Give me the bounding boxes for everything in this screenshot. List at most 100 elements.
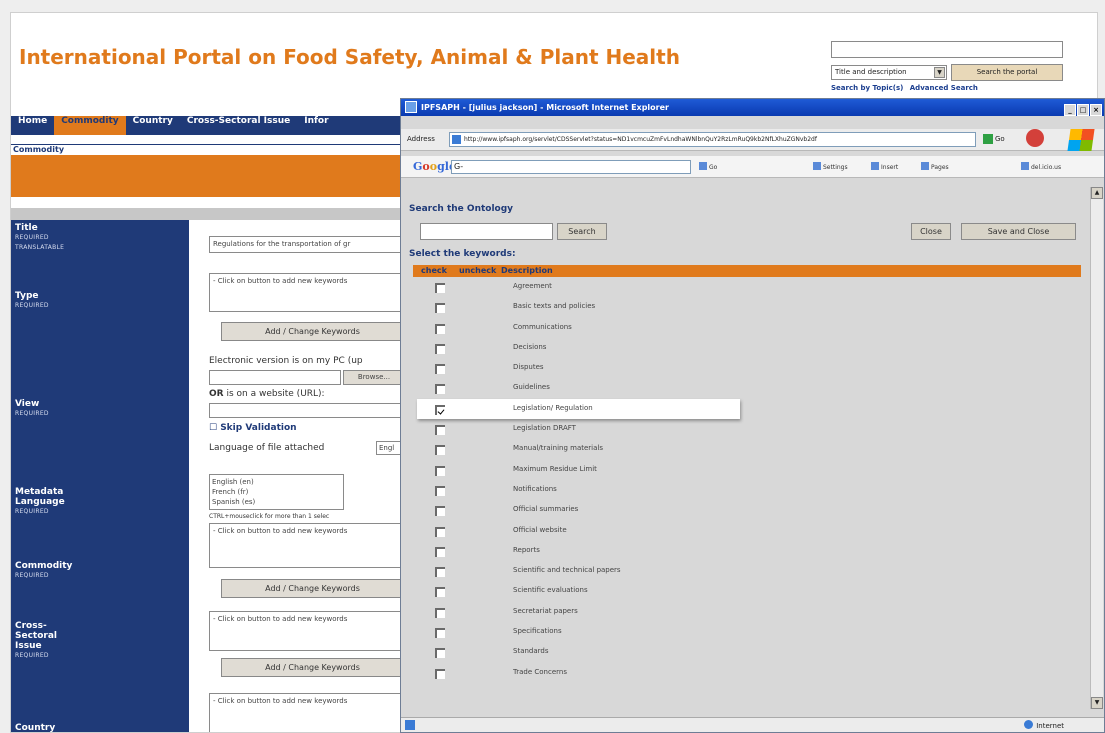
keyword-checkbox[interactable] bbox=[435, 364, 445, 375]
keyword-checkbox[interactable] bbox=[435, 567, 445, 578]
chevron-down-icon: ▼ bbox=[934, 67, 945, 78]
keyword-description: Official website bbox=[513, 525, 567, 534]
keyword-description: Scientific and technical papers bbox=[513, 566, 621, 575]
keyword-row[interactable]: Official summaries bbox=[413, 500, 1081, 520]
keyword-row[interactable]: Specifications bbox=[413, 622, 1081, 642]
keyword-checkbox[interactable] bbox=[435, 587, 445, 598]
keyword-checkbox[interactable] bbox=[435, 546, 445, 557]
keyword-checkbox[interactable] bbox=[435, 323, 445, 334]
keyword-checkbox[interactable] bbox=[435, 384, 445, 395]
keyword-description: Official summaries bbox=[513, 505, 579, 514]
file-path-input[interactable] bbox=[209, 370, 341, 385]
search-portal-button[interactable]: Search the portal bbox=[951, 64, 1063, 81]
language-option[interactable]: French (fr) bbox=[212, 487, 341, 497]
scroll-down-icon[interactable]: ▼ bbox=[1091, 697, 1103, 709]
google-search-input[interactable]: G- bbox=[451, 160, 691, 174]
toolbar-insert-button[interactable]: Insert bbox=[871, 162, 898, 171]
keyword-row[interactable]: Standards bbox=[413, 642, 1081, 662]
keyword-description: Standards bbox=[513, 647, 549, 656]
address-url: http://www.ipfsaph.org/servlet/CDSServle… bbox=[464, 136, 817, 143]
cross-sectoral-keywords-box[interactable]: - Click on button to add new keywords bbox=[209, 611, 405, 651]
toolbar-extension-icon[interactable] bbox=[1026, 129, 1044, 147]
type-add-keywords-button[interactable]: Add / Change Keywords bbox=[221, 322, 404, 341]
commodity-keywords-box[interactable]: - Click on button to add new keywords bbox=[209, 523, 405, 568]
language-option[interactable]: Spanish (es) bbox=[212, 497, 341, 507]
toolbar-delicious-button[interactable]: del.icio.us bbox=[1021, 162, 1061, 171]
keyword-row[interactable]: Maximum Residue Limit bbox=[413, 460, 1081, 480]
address-input[interactable]: http://www.ipfsaph.org/servlet/CDSServle… bbox=[449, 132, 976, 147]
nav-cross-sectoral[interactable]: Cross-Sectoral Issue bbox=[180, 116, 297, 135]
keyword-description: Legislation DRAFT bbox=[513, 424, 576, 433]
keyword-description: Reports bbox=[513, 545, 540, 554]
keyword-row[interactable]: Scientific and technical papers bbox=[413, 561, 1081, 581]
keyword-row[interactable]: Manual/training materials bbox=[413, 439, 1081, 459]
keyword-checkbox[interactable] bbox=[435, 465, 445, 476]
keyword-row[interactable]: Agreement bbox=[413, 277, 1081, 297]
keyword-row[interactable]: Disputes bbox=[413, 358, 1081, 378]
cross-sectoral-add-keywords-button[interactable]: Add / Change Keywords bbox=[221, 658, 404, 677]
keyword-row[interactable]: Communications bbox=[413, 318, 1081, 338]
ontology-search-button[interactable]: Search bbox=[557, 223, 607, 240]
keyword-checkbox[interactable] bbox=[435, 506, 445, 517]
keyword-checkbox[interactable] bbox=[435, 485, 445, 496]
minimize-icon[interactable]: _ bbox=[1064, 104, 1076, 116]
nav-commodity[interactable]: Commodity bbox=[54, 116, 126, 135]
toolbar-settings-button[interactable]: Settings bbox=[813, 162, 848, 171]
keyword-row[interactable]: Official website bbox=[413, 521, 1081, 541]
search-links: Search by Topic(s) Advanced Search bbox=[831, 84, 982, 92]
portal-search-input[interactable] bbox=[831, 41, 1063, 58]
globe-icon bbox=[1024, 720, 1034, 729]
maximize-icon[interactable]: □ bbox=[1077, 104, 1089, 116]
save-and-close-button[interactable]: Save and Close bbox=[961, 223, 1076, 240]
toolbar-pages-button[interactable]: Pages bbox=[921, 162, 949, 171]
window-titlebar[interactable]: IPFSAPH - [julius jackson] - Microsoft I… bbox=[401, 99, 1104, 116]
metadata-language-label: Metadata Language REQUIRED bbox=[15, 487, 65, 515]
keyword-row[interactable]: Basic texts and policies bbox=[413, 297, 1081, 317]
vertical-scrollbar[interactable]: ▲ ▼ bbox=[1090, 187, 1103, 709]
close-button[interactable]: Close bbox=[911, 223, 951, 240]
nav-home[interactable]: Home bbox=[11, 116, 54, 135]
close-icon[interactable]: × bbox=[1090, 104, 1102, 116]
search-scope-select[interactable]: Title and description ▼ bbox=[831, 65, 947, 80]
go-button[interactable]: Go bbox=[983, 133, 1011, 146]
keyword-row[interactable]: Reports bbox=[413, 541, 1081, 561]
cross-sectoral-label: Cross- Sectoral Issue REQUIRED bbox=[15, 621, 58, 659]
title-input[interactable]: Regulations for the transportation of gr bbox=[209, 236, 405, 253]
keyword-row[interactable]: Guidelines bbox=[413, 378, 1081, 398]
keyword-checkbox[interactable] bbox=[435, 607, 445, 618]
keyword-checkbox[interactable] bbox=[435, 425, 445, 436]
keyword-row[interactable]: Legislation DRAFT bbox=[413, 419, 1081, 439]
keyword-row[interactable]: Decisions bbox=[413, 338, 1081, 358]
keyword-checkbox[interactable] bbox=[435, 404, 445, 415]
keyword-checkbox[interactable] bbox=[435, 668, 445, 679]
metadata-language-listbox[interactable]: English (en) French (fr) Spanish (es) bbox=[209, 474, 344, 510]
keyword-row[interactable]: Scientific evaluations bbox=[413, 581, 1081, 601]
nav-information[interactable]: Infor bbox=[297, 116, 335, 135]
keyword-checkbox[interactable] bbox=[435, 628, 445, 639]
commodity-add-keywords-button[interactable]: Add / Change Keywords bbox=[221, 579, 404, 598]
ontology-search-input[interactable] bbox=[420, 223, 553, 240]
type-keywords-box[interactable]: - Click on button to add new keywords bbox=[209, 273, 405, 312]
country-keywords-box[interactable]: - Click on button to add new keywords bbox=[209, 693, 405, 732]
keyword-checkbox[interactable] bbox=[435, 303, 445, 314]
browse-button[interactable]: Browse... bbox=[343, 370, 405, 385]
scroll-up-icon[interactable]: ▲ bbox=[1091, 187, 1103, 199]
keyword-checkbox[interactable] bbox=[435, 526, 445, 537]
keyword-checkbox[interactable] bbox=[435, 343, 445, 354]
advanced-search-link[interactable]: Advanced Search bbox=[910, 84, 978, 92]
keyword-row[interactable]: Legislation/ Regulation bbox=[417, 398, 740, 420]
nav-country[interactable]: Country bbox=[126, 116, 180, 135]
commodity-label: Commodity REQUIRED bbox=[15, 561, 73, 579]
keyword-checkbox[interactable] bbox=[435, 445, 445, 456]
keyword-row[interactable]: Trade Concerns bbox=[413, 663, 1081, 683]
language-option[interactable]: English (en) bbox=[212, 477, 341, 487]
skip-validation-checkbox[interactable]: ☐ Skip Validation bbox=[209, 423, 297, 433]
toolbar-go-button[interactable]: Go bbox=[699, 162, 717, 171]
url-input[interactable] bbox=[209, 403, 405, 418]
ctrl-hint: CTRL+mouseclick for more than 1 selec bbox=[209, 513, 330, 520]
keyword-checkbox[interactable] bbox=[435, 648, 445, 659]
keyword-row[interactable]: Secretariat papers bbox=[413, 602, 1081, 622]
search-by-topic-link[interactable]: Search by Topic(s) bbox=[831, 84, 903, 92]
keyword-checkbox[interactable] bbox=[435, 283, 445, 293]
keyword-row[interactable]: Notifications bbox=[413, 480, 1081, 500]
